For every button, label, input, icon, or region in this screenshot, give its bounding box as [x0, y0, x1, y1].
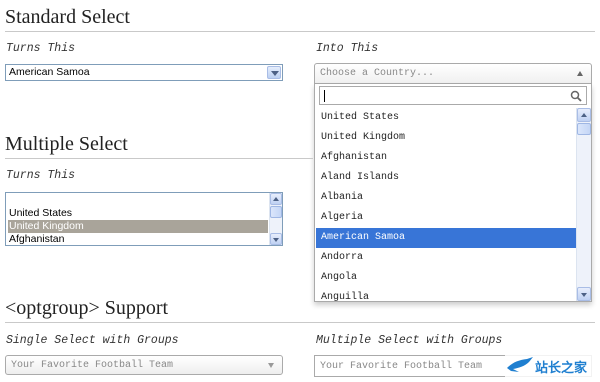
- turns-this-label: Turns This: [6, 42, 76, 55]
- chosen-country-select[interactable]: Choose a Country...: [314, 63, 592, 84]
- option-item[interactable]: United Kingdom: [316, 128, 576, 148]
- dropdown-arrow-icon[interactable]: [267, 66, 281, 79]
- chevron-down-icon: [268, 363, 274, 368]
- chosen-dropdown: United States United Kingdom Afghanistan…: [314, 84, 592, 302]
- single-select-groups-label: Single Select with Groups: [6, 334, 179, 347]
- section-title-standard-select: Standard Select: [5, 6, 130, 28]
- list-scrollbar[interactable]: [269, 193, 282, 245]
- scroll-up-button[interactable]: [270, 193, 282, 205]
- multiple-select-groups-label: Multiple Select with Groups: [316, 334, 503, 347]
- country-options-list: United States United Kingdom Afghanistan…: [316, 108, 576, 301]
- section-title-optgroup-support: <optgroup> Support: [5, 297, 169, 319]
- section-divider: [5, 158, 313, 159]
- option-item[interactable]: Algeria: [316, 208, 576, 228]
- option-item[interactable]: Aland Islands: [316, 168, 576, 188]
- option-item[interactable]: Angola: [316, 268, 576, 288]
- country-search-input[interactable]: [319, 86, 587, 105]
- football-team-single-select[interactable]: Your Favorite Football Team: [5, 355, 283, 375]
- bird-logo-icon: [507, 357, 533, 372]
- scroll-thumb[interactable]: [270, 206, 282, 218]
- scroll-down-button[interactable]: [577, 287, 591, 301]
- section-divider: [5, 322, 595, 323]
- section-divider: [5, 31, 595, 32]
- turns-this-label: Turns This: [6, 169, 76, 182]
- into-this-label: Into This: [316, 42, 379, 55]
- option-item[interactable]: United States: [316, 108, 576, 128]
- chevron-up-icon: [577, 71, 583, 76]
- native-multiple-select[interactable]: United States United Kingdom Afghanistan: [5, 192, 283, 246]
- dropdown-scrollbar[interactable]: [576, 108, 591, 301]
- list-item[interactable]: Afghanistan: [8, 233, 268, 245]
- option-item[interactable]: Anguilla: [316, 288, 576, 301]
- option-item[interactable]: Andorra: [316, 248, 576, 268]
- list-item[interactable]: United States: [8, 207, 268, 220]
- football-multiple-placeholder: Your Favorite Football Team: [320, 361, 483, 372]
- chosen-placeholder: Choose a Country...: [320, 68, 435, 79]
- football-single-placeholder: Your Favorite Football Team: [11, 360, 174, 371]
- option-item[interactable]: Albania: [316, 188, 576, 208]
- native-country-select[interactable]: American Samoa: [5, 64, 283, 81]
- scroll-thumb[interactable]: [577, 123, 591, 135]
- list-item-selected[interactable]: United Kingdom: [8, 220, 268, 233]
- scroll-down-button[interactable]: [270, 233, 282, 245]
- scroll-up-button[interactable]: [577, 108, 591, 122]
- text-cursor: [324, 90, 325, 102]
- native-select-value: American Samoa: [9, 66, 90, 78]
- option-item-highlighted[interactable]: American Samoa: [316, 228, 576, 248]
- option-item[interactable]: Afghanistan: [316, 148, 576, 168]
- section-title-multiple-select: Multiple Select: [5, 133, 128, 155]
- watermark-text: 站长之家: [535, 361, 588, 376]
- search-icon: [570, 90, 582, 102]
- watermark: 站长之家: [505, 354, 595, 378]
